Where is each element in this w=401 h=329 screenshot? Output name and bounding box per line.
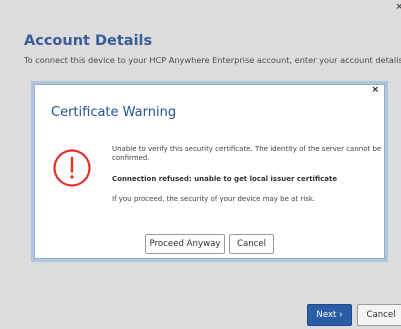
window-close-icon[interactable]: × bbox=[395, 2, 401, 12]
security-risk-message: If you proceed, the security of your dev… bbox=[112, 195, 316, 203]
app-window: × Account Details To connect this device… bbox=[0, 0, 401, 329]
cancel-button[interactable]: Cancel bbox=[357, 304, 401, 326]
page-title: Account Details bbox=[24, 33, 153, 49]
dialog-title: Certificate Warning bbox=[51, 105, 177, 120]
next-button[interactable]: Next › bbox=[307, 304, 352, 326]
certificate-message: Unable to verify this security certifica… bbox=[112, 145, 382, 162]
page-subtitle: To connect this device to your HCP Anywh… bbox=[24, 55, 401, 65]
dialog-cancel-button[interactable]: Cancel bbox=[229, 234, 274, 254]
exclamation-circle-icon bbox=[53, 149, 91, 187]
proceed-anyway-button[interactable]: Proceed Anyway bbox=[145, 234, 225, 254]
connection-error-message: Connection refused: unable to get local … bbox=[112, 175, 338, 183]
certificate-warning-dialog: × Certificate Warning Unable to verify t… bbox=[34, 84, 385, 259]
dialog-close-icon[interactable]: × bbox=[371, 85, 379, 95]
